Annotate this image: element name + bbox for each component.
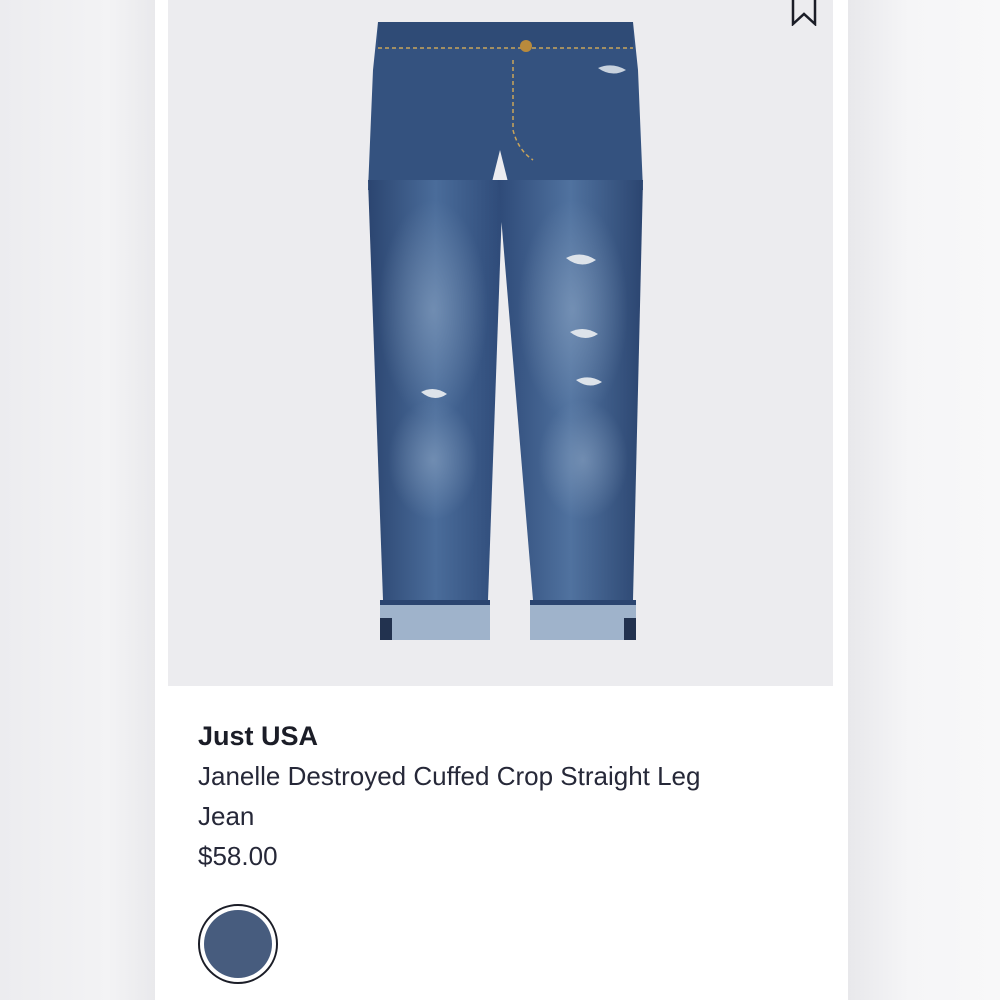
color-swatch-fill [204, 910, 272, 978]
color-swatch[interactable] [198, 904, 278, 984]
jeans-image [368, 22, 643, 640]
product-price: $58.00 [198, 841, 278, 871]
bookmark-icon[interactable] [791, 0, 817, 26]
product-brand[interactable]: Just USA [198, 716, 798, 756]
product-image[interactable] [168, 0, 833, 686]
product-name[interactable]: Janelle Destroyed Cuffed Crop Straight L… [198, 756, 718, 836]
left-background [0, 0, 155, 1000]
right-background [848, 0, 1000, 1000]
product-info: Just USA Janelle Destroyed Cuffed Crop S… [198, 716, 798, 876]
product-card[interactable]: Just USA Janelle Destroyed Cuffed Crop S… [155, 0, 848, 1000]
